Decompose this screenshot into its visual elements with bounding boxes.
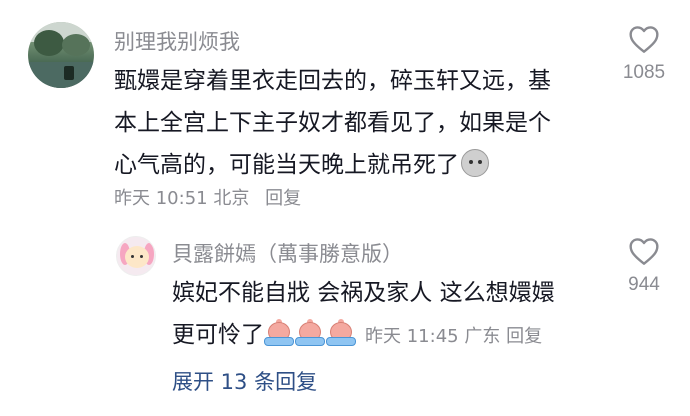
reply-button[interactable]: 回复 bbox=[506, 326, 542, 347]
comment-text: 甄嬛是穿着里衣走回去的，碎玉轩又远，基 本上全宫上下主子奴才都看见了，如果是个 … bbox=[114, 60, 614, 186]
stone-face-emoji-icon bbox=[461, 149, 489, 177]
comment-text-line: 本上全宫上下主子奴才都看见了，如果是个 bbox=[114, 110, 551, 136]
comment-text-line: 嫔妃不能自戕 会祸及家人 这么想嬛嬛 bbox=[172, 280, 555, 306]
comment-text-line-last: 更可怜了 昨天 11:45 广东 回复 bbox=[172, 314, 612, 358]
crying-emoji-icon bbox=[295, 319, 325, 347]
comment-text-line: 甄嬛是穿着里衣走回去的，碎玉轩又远，基 bbox=[114, 68, 551, 94]
reply-item: 貝露餅嫣（萬事勝意版） 嫔妃不能自戕 会祸及家人 这么想嬛嬛 更可怜了 昨天 11… bbox=[0, 222, 690, 416]
heart-icon[interactable] bbox=[628, 24, 660, 54]
comment-location: 广东 bbox=[464, 326, 501, 347]
comment-text-line: 心气高的，可能当天晚上就吊死了 bbox=[114, 152, 459, 178]
avatar[interactable] bbox=[116, 236, 156, 276]
comment-username[interactable]: 貝露餅嫣（萬事勝意版） bbox=[172, 238, 403, 268]
comment-username[interactable]: 别理我别烦我 bbox=[114, 26, 240, 56]
comment-location: 北京 bbox=[213, 188, 250, 209]
comment-meta: 昨天 10:51 北京 回复 bbox=[114, 184, 301, 210]
comment-meta: 昨天 11:45 广东 回复 bbox=[365, 326, 542, 347]
crying-emoji-icon bbox=[264, 319, 294, 347]
like-count: 944 bbox=[628, 274, 660, 295]
comment-text: 嫔妃不能自戕 会祸及家人 这么想嬛嬛 更可怜了 昨天 11:45 广东 回复 bbox=[172, 272, 612, 358]
reply-button[interactable]: 回复 bbox=[265, 188, 301, 209]
expand-replies-button[interactable]: 展开 13 条回复 bbox=[172, 366, 317, 396]
comment-item: 别理我别烦我 甄嬛是穿着里衣走回去的，碎玉轩又远，基 本上全宫上下主子奴才都看见… bbox=[0, 0, 690, 222]
crying-emoji-icon bbox=[326, 319, 356, 347]
like-count: 1085 bbox=[622, 62, 666, 83]
avatar[interactable] bbox=[28, 22, 94, 88]
comment-time: 昨天 11:45 bbox=[365, 326, 459, 347]
comment-time: 昨天 10:51 bbox=[114, 188, 208, 209]
like-control[interactable]: 944 bbox=[604, 236, 684, 296]
comment-text-line: 更可怜了 bbox=[172, 322, 264, 348]
like-control[interactable]: 1085 bbox=[604, 24, 684, 84]
heart-icon[interactable] bbox=[628, 236, 660, 266]
comment-text-line-last: 心气高的，可能当天晚上就吊死了 bbox=[114, 144, 614, 186]
